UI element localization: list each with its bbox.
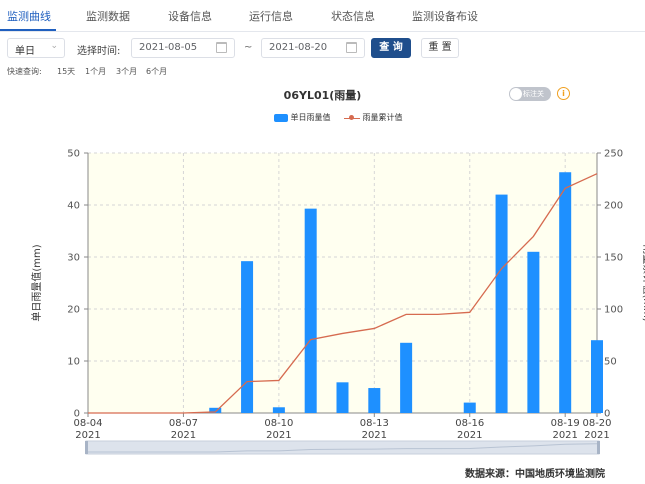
bar: [336, 382, 349, 413]
y-tick-label-left: 20: [67, 305, 80, 316]
data-source-text: 数据来源：中国地质环境监测院: [465, 469, 605, 480]
bar: [463, 402, 476, 413]
y-tick-label-right: 50: [604, 357, 617, 368]
bar: [304, 208, 317, 413]
x-tick-label: 08-13: [360, 418, 389, 429]
y-tick-label-right: 200: [604, 201, 623, 212]
x-tick-label: 08-16: [455, 418, 484, 429]
x-tick-label-year: 2021: [171, 430, 196, 441]
x-tick-label-year: 2021: [75, 430, 100, 441]
bar: [559, 172, 572, 413]
x-tick-label-year: 2021: [584, 430, 609, 441]
plot-area: [88, 153, 597, 413]
x-tick-label-year: 2021: [457, 430, 482, 441]
x-tick-label: 08-19: [551, 418, 580, 429]
rainfall-chart: 0102030405005010015020025008-04202108-07…: [30, 149, 645, 455]
bar: [527, 251, 540, 413]
x-tick-label: 08-20: [582, 418, 611, 429]
zoom-handle-right[interactable]: [597, 441, 600, 454]
bar: [591, 340, 603, 413]
zoom-handle-left[interactable]: [85, 441, 88, 454]
bar: [368, 388, 381, 413]
x-tick-label: 08-07: [169, 418, 198, 429]
y-tick-label-left: 10: [67, 357, 80, 368]
bar: [400, 342, 413, 413]
y-tick-label-left: 40: [67, 201, 80, 212]
x-tick-label-year: 2021: [362, 430, 387, 441]
bar: [241, 261, 254, 413]
y-tick-label-right: 100: [604, 305, 623, 316]
x-tick-label: 08-10: [264, 418, 293, 429]
y-tick-label-left: 50: [67, 149, 80, 160]
y-axis-title-right: 雨量累计值(mm): [641, 244, 645, 321]
y-tick-label-right: 250: [604, 149, 623, 160]
y-axis-title-left: 单日雨量值(mm): [30, 244, 43, 321]
x-tick-label-year: 2021: [266, 430, 291, 441]
y-tick-label-right: 150: [604, 253, 623, 264]
x-tick-label-year: 2021: [552, 430, 577, 441]
bar: [272, 407, 285, 413]
y-tick-label-left: 30: [67, 253, 80, 264]
x-tick-label: 08-04: [73, 418, 102, 429]
bar: [495, 194, 508, 413]
